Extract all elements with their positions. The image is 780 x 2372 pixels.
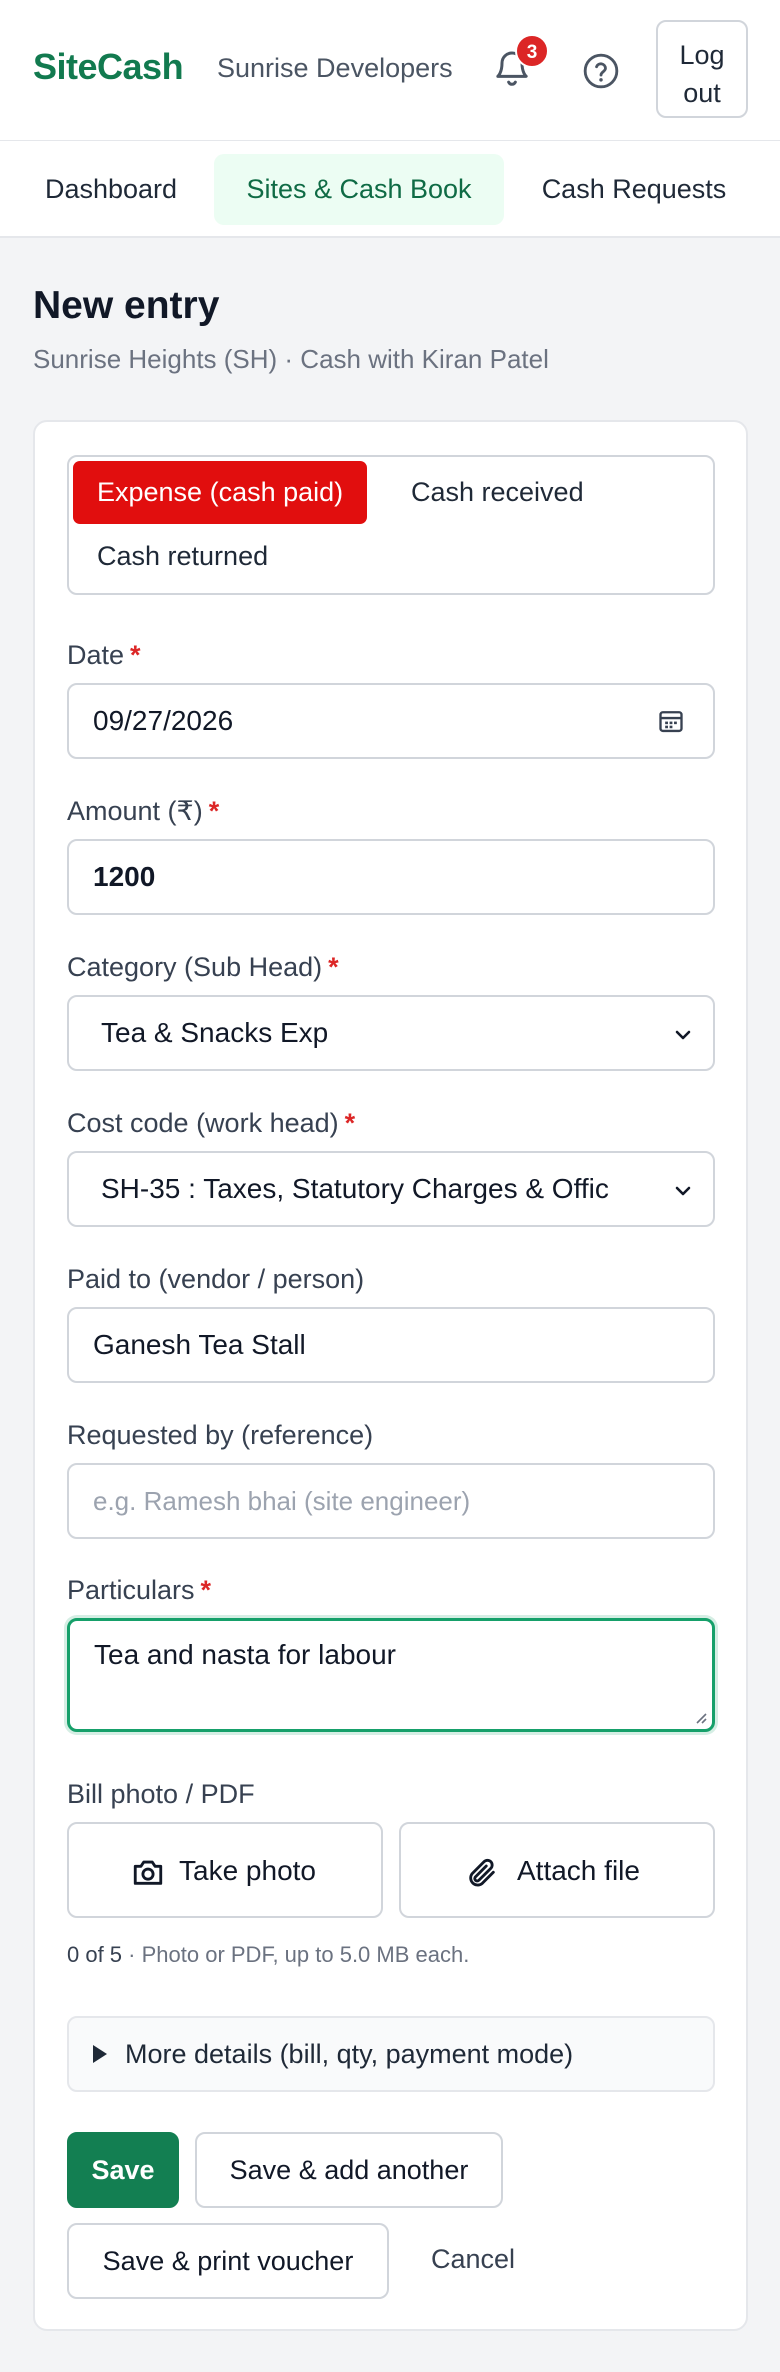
particulars-label: Particulars * <box>67 1575 212 1605</box>
bill-photo-label: Bill photo / PDF <box>67 1779 255 1809</box>
calendar-icon[interactable] <box>657 707 685 735</box>
entry-type-cash-returned[interactable]: Cash returned <box>73 525 292 588</box>
requested-by-input[interactable]: e.g. Ramesh bhai (site engineer) <box>67 1463 715 1539</box>
brand-logo[interactable]: SiteCash <box>33 46 184 88</box>
help-button[interactable] <box>582 52 620 90</box>
paid-to-label: Paid to (vendor / person) <box>67 1264 365 1294</box>
disclosure-triangle-icon <box>93 2045 107 2063</box>
particulars-value: Tea and nasta for labour <box>94 1639 396 1670</box>
attach-file-button[interactable]: Attach file <box>399 1822 715 1918</box>
save-button[interactable]: Save <box>67 2132 179 2208</box>
particulars-textarea[interactable]: Tea and nasta for labour <box>67 1618 715 1732</box>
resize-handle-icon[interactable] <box>692 1709 708 1725</box>
notification-badge: 3 <box>515 34 549 68</box>
tab-dashboard[interactable]: Dashboard <box>20 154 202 225</box>
date-input[interactable]: 09/27/2026 <box>67 683 715 759</box>
take-photo-button[interactable]: Take photo <box>67 1822 383 1918</box>
cancel-button[interactable]: Cancel <box>405 2223 541 2299</box>
paid-to-input[interactable]: Ganesh Tea Stall <box>67 1307 715 1383</box>
camera-icon <box>133 1860 163 1885</box>
notifications-button[interactable]: 3 <box>488 34 549 90</box>
date-value: 09/27/2026 <box>93 705 234 736</box>
save-add-another-button[interactable]: Save & add another <box>195 2132 503 2208</box>
logout-button[interactable]: Log out <box>656 20 748 118</box>
new-entry-form: Expense (cash paid) Cash received Cash r… <box>33 420 748 2331</box>
save-print-voucher-button[interactable]: Save & print voucher <box>67 2223 389 2299</box>
entry-type-cash-received[interactable]: Cash received <box>387 461 608 524</box>
top-bar: SiteCash Sunrise Developers 3 Log out <box>0 0 780 141</box>
cost-code-select[interactable]: SH-35 : Taxes, Statutory Charges & Offic <box>67 1151 715 1227</box>
more-details-toggle[interactable]: More details (bill, qty, payment mode) <box>67 2016 715 2092</box>
tab-cash-requests[interactable]: Cash Requests <box>518 154 750 225</box>
paperclip-icon <box>469 1858 495 1887</box>
category-label: Category (Sub Head) * <box>67 952 339 982</box>
chevron-down-icon <box>675 1030 691 1040</box>
main-nav: Dashboard Sites & Cash Book Cash Request… <box>0 141 780 238</box>
attach-file-label: Attach file <box>517 1855 640 1886</box>
date-label: Date * <box>67 640 141 670</box>
category-select[interactable]: Tea & Snacks Exp <box>67 995 715 1071</box>
chevron-down-icon <box>675 1186 691 1196</box>
requested-by-label: Requested by (reference) <box>67 1420 374 1450</box>
entry-type-selector: Expense (cash paid) Cash received Cash r… <box>67 455 715 595</box>
help-icon <box>583 53 619 89</box>
amount-label: Amount (₹) * <box>67 796 220 826</box>
page-title: New entry <box>33 284 220 327</box>
category-value: Tea & Snacks Exp <box>101 1017 329 1048</box>
more-details-label: More details (bill, qty, payment mode) <box>125 2039 574 2069</box>
cost-code-label: Cost code (work head) * <box>67 1108 356 1138</box>
attachment-count: 0 of 5 <box>67 1942 123 1967</box>
amount-input[interactable]: 1200 <box>67 839 715 915</box>
organization-name: Sunrise Developers <box>217 53 453 83</box>
tab-sites-cash-book[interactable]: Sites & Cash Book <box>214 154 504 225</box>
cost-code-value: SH-35 : Taxes, Statutory Charges & Offic <box>101 1173 609 1204</box>
attachment-hint: 0 of 5 · Photo or PDF, up to 5.0 MB each… <box>67 1942 470 1967</box>
entry-type-expense[interactable]: Expense (cash paid) <box>73 461 368 524</box>
take-photo-label: Take photo <box>179 1855 316 1886</box>
page-subtitle: Sunrise Heights (SH) · Cash with Kiran P… <box>33 344 549 374</box>
